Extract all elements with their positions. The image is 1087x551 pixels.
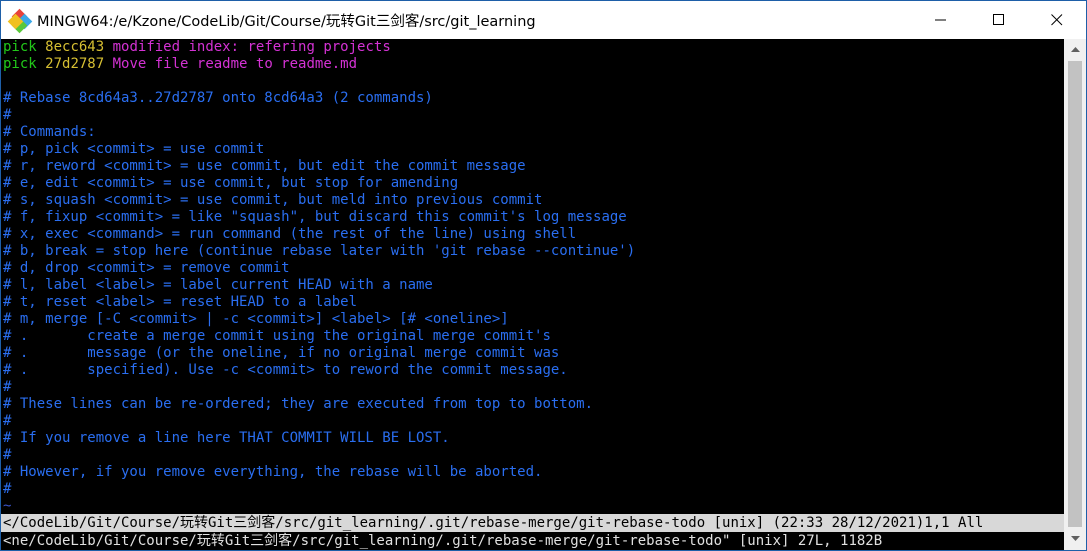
window-title: MINGW64:/e/Kzone/CodeLib/Git/Course/玩转Gi… [37, 13, 536, 30]
todo-command: pick [3, 39, 37, 55]
comment-line: # p, pick <commit> = use commit [3, 141, 265, 157]
minimize-button[interactable] [912, 1, 970, 39]
comment-line: # t, reset <label> = reset HEAD to a lab… [3, 294, 358, 310]
comment-line: # . create a merge commit using the orig… [3, 328, 551, 344]
commit-message: Move file readme to readme.md [112, 56, 358, 72]
commit-message: modified index: refering projects [112, 39, 391, 55]
todo-command: pick [3, 56, 37, 72]
scrollbar-thumb[interactable] [1068, 61, 1082, 527]
close-icon [1051, 14, 1063, 26]
vertical-scrollbar[interactable] [1064, 39, 1086, 550]
vim-status-line: </CodeLib/Git/Course/玩转Git三剑客/src/git_le… [1, 514, 1064, 532]
maximize-icon [993, 14, 1004, 25]
comment-line: # [3, 107, 12, 123]
mingw-diamond-icon [7, 8, 33, 34]
comment-line: # However, if you remove everything, the… [3, 464, 543, 480]
scroll-up-arrow-icon[interactable] [1064, 41, 1086, 59]
scroll-down-arrow-icon[interactable] [1064, 530, 1086, 548]
comment-line: # If you remove a line here THAT COMMIT … [3, 430, 450, 446]
minimize-icon [935, 19, 946, 21]
vim-editor-area[interactable]: pick 8ecc643 modified index: refering pr… [1, 39, 1064, 513]
terminal-window: MINGW64:/e/Kzone/CodeLib/Git/Course/玩转Gi… [0, 0, 1087, 551]
commit-hash: 8ecc643 [45, 39, 105, 55]
todo-line[interactable]: pick 8ecc643 modified index: refering pr… [3, 39, 391, 56]
todo-line[interactable]: pick 27d2787 Move file readme to readme.… [3, 56, 357, 73]
comment-line: # [3, 379, 12, 395]
comment-line: # d, drop <commit> = remove commit [3, 260, 290, 276]
comment-line: # These lines can be re-ordered; they ar… [3, 396, 594, 412]
window-controls [912, 1, 1086, 39]
comment-line: # f, fixup <commit> = like "squash", but… [3, 209, 627, 225]
comment-line: # Commands: [3, 124, 96, 140]
empty-line-tilde: ~ [3, 498, 12, 513]
comment-line: # . message (or the oneline, if no origi… [3, 345, 560, 361]
comment-line: # s, squash <commit> = use commit, but m… [3, 192, 543, 208]
comment-line: # r, reword <commit> = use commit, but e… [3, 158, 526, 174]
close-button[interactable] [1028, 1, 1086, 39]
comment-line: # x, exec <command> = run command (the r… [3, 226, 577, 242]
commit-hash: 27d2787 [45, 56, 105, 72]
comment-line: # [3, 413, 12, 429]
comment-line: # Rebase 8cd64a3..27d2787 onto 8cd64a3 (… [3, 90, 433, 106]
comment-line: # . specified). Use -c <commit> to rewor… [3, 362, 568, 378]
comment-line: # m, merge [-C <commit> | -c <commit>] <… [3, 311, 509, 327]
comment-line: # e, edit <commit> = use commit, but sto… [3, 175, 459, 191]
comment-line: # [3, 447, 12, 463]
comment-line: # b, break = stop here (continue rebase … [3, 243, 636, 259]
maximize-button[interactable] [970, 1, 1028, 39]
comment-line: # l, label <label> = label current HEAD … [3, 277, 433, 293]
comment-line: # [3, 481, 12, 497]
title-bar[interactable]: MINGW64:/e/Kzone/CodeLib/Git/Course/玩转Gi… [1, 1, 1086, 39]
vim-message-line: <ne/CodeLib/Git/Course/玩转Git三剑客/src/git_… [1, 532, 1064, 550]
